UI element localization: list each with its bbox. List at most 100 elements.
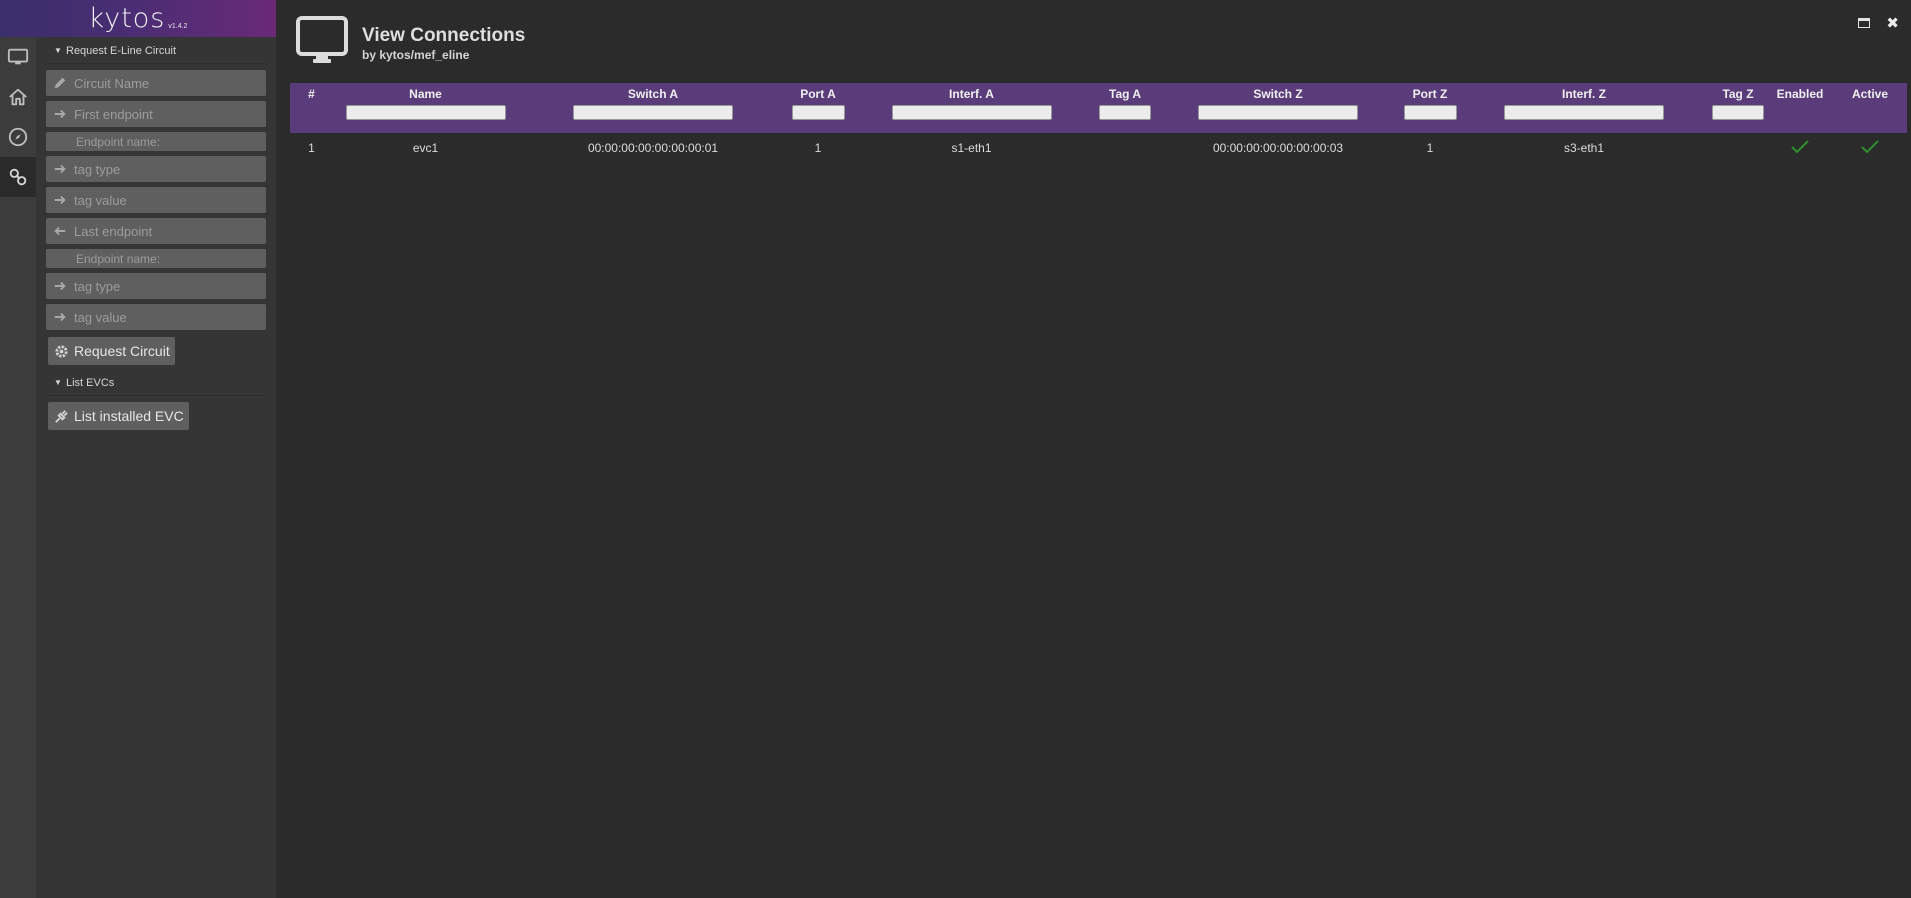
gear-icon bbox=[55, 344, 68, 358]
rail-compass[interactable] bbox=[0, 117, 36, 157]
close-button[interactable]: ✖ bbox=[1886, 14, 1899, 32]
compass-icon bbox=[8, 127, 28, 147]
last-endpoint-input[interactable]: Last endpoint bbox=[46, 218, 266, 244]
cell-num: 1 bbox=[308, 141, 315, 155]
endpoint-name-a-label: Endpoint name: bbox=[76, 134, 161, 149]
table-header-row: # Name Switch A Port A Interf. A Tag A S… bbox=[290, 83, 1907, 105]
col-header-port-z[interactable]: Port Z bbox=[1401, 83, 1459, 105]
col-header-switch-z[interactable]: Switch Z bbox=[1155, 83, 1401, 105]
maximize-button[interactable] bbox=[1858, 18, 1871, 28]
filter-switch-a-input[interactable] bbox=[573, 105, 733, 120]
col-header-enabled[interactable]: Enabled bbox=[1767, 83, 1833, 105]
check-icon bbox=[1861, 139, 1879, 153]
page-header: View Connections by kytos/mef_eline bbox=[296, 16, 525, 69]
arrow-right-icon bbox=[54, 281, 66, 291]
main-content: View Connections by kytos/mef_eline ✖ # … bbox=[276, 0, 1911, 898]
col-header-switch-a[interactable]: Switch A bbox=[518, 83, 788, 105]
tag-type-z-placeholder: tag type bbox=[74, 278, 121, 294]
table-filter-row bbox=[290, 105, 1907, 133]
list-installed-evc-button[interactable]: List installed EVC bbox=[48, 402, 189, 430]
evc-table: # Name Switch A Port A Interf. A Tag A S… bbox=[290, 83, 1907, 163]
close-icon: ✖ bbox=[1886, 15, 1899, 32]
brand-name: kytos bbox=[88, 3, 166, 34]
filter-switch-z-input[interactable] bbox=[1198, 105, 1358, 120]
icon-rail bbox=[0, 37, 36, 898]
cell-port-z: 1 bbox=[1426, 141, 1434, 155]
endpoint-name-z-label: Endpoint name: bbox=[76, 251, 161, 266]
table-row[interactable]: 1 evc1 00:00:00:00:00:00:00:01 1 s1-eth1… bbox=[290, 133, 1907, 163]
filter-port-z-input[interactable] bbox=[1403, 105, 1457, 120]
last-endpoint-placeholder: Last endpoint bbox=[74, 223, 153, 239]
tag-value-z-placeholder: tag value bbox=[74, 309, 127, 325]
section-divider bbox=[46, 63, 266, 64]
arrow-right-icon bbox=[54, 109, 66, 119]
cell-active bbox=[1833, 133, 1907, 163]
circuit-name-input[interactable]: Circuit Name bbox=[46, 70, 266, 96]
brand-logo: kytos v1.4.2 bbox=[0, 0, 276, 37]
col-header-interf-a[interactable]: Interf. A bbox=[848, 83, 1095, 105]
col-header-name[interactable]: Name bbox=[333, 83, 518, 105]
page-subtitle: by kytos/mef_eline bbox=[362, 48, 470, 62]
cell-switch-z: 00:00:00:00:00:00:00:03 bbox=[1212, 141, 1344, 155]
first-endpoint-input[interactable]: First endpoint bbox=[46, 101, 266, 127]
tag-value-a-placeholder: tag value bbox=[74, 192, 127, 208]
col-header-port-a[interactable]: Port A bbox=[788, 83, 848, 105]
monitor-icon bbox=[7, 48, 29, 65]
section-list-evcs[interactable]: ▼ List EVCs bbox=[36, 369, 276, 395]
circuit-name-placeholder: Circuit Name bbox=[74, 75, 150, 91]
rail-link[interactable] bbox=[0, 157, 36, 197]
rail-home[interactable] bbox=[0, 77, 36, 117]
col-header-num[interactable]: # bbox=[290, 83, 333, 105]
filter-tag-z-input[interactable] bbox=[1712, 105, 1764, 120]
cell-interf-a: s1-eth1 bbox=[951, 141, 992, 155]
cell-tag-a bbox=[1095, 133, 1155, 163]
maximize-icon bbox=[1858, 18, 1871, 28]
section-divider bbox=[46, 395, 266, 396]
col-header-interf-z[interactable]: Interf. Z bbox=[1459, 83, 1709, 105]
monitor-icon bbox=[296, 16, 348, 63]
col-header-active[interactable]: Active bbox=[1833, 83, 1907, 105]
arrow-right-icon bbox=[54, 164, 66, 174]
plug-icon bbox=[55, 409, 68, 423]
link-icon bbox=[9, 168, 27, 186]
filter-name-input[interactable] bbox=[345, 105, 506, 120]
tag-value-z-input[interactable]: tag value bbox=[46, 304, 266, 330]
request-circuit-button[interactable]: Request Circuit bbox=[48, 337, 175, 365]
tag-type-a-placeholder: tag type bbox=[74, 161, 121, 177]
first-endpoint-placeholder: First endpoint bbox=[74, 106, 153, 122]
section-list-evcs-title: List EVCs bbox=[66, 377, 115, 389]
endpoint-name-z-field[interactable]: Endpoint name: bbox=[46, 249, 266, 268]
tag-value-a-input[interactable]: tag value bbox=[46, 187, 266, 213]
request-circuit-label: Request Circuit bbox=[74, 343, 170, 359]
filter-interf-z-input[interactable] bbox=[1504, 105, 1664, 120]
cell-interf-z: s3-eth1 bbox=[1563, 141, 1605, 155]
side-panel: ▼ Request E-Line Circuit Circuit Name Fi… bbox=[36, 37, 276, 898]
window-controls: ✖ bbox=[1842, 14, 1899, 32]
col-header-tag-a[interactable]: Tag A bbox=[1095, 83, 1155, 105]
tag-type-a-input[interactable]: tag type bbox=[46, 156, 266, 182]
check-icon bbox=[1791, 139, 1809, 153]
arrow-right-icon bbox=[54, 312, 66, 322]
filter-tag-a-input[interactable] bbox=[1099, 105, 1151, 120]
pencil-icon bbox=[54, 77, 66, 89]
cell-enabled bbox=[1767, 133, 1833, 163]
rail-monitor[interactable] bbox=[0, 37, 36, 77]
list-installed-evc-label: List installed EVC bbox=[74, 408, 184, 424]
cell-switch-a: 00:00:00:00:00:00:00:01 bbox=[587, 141, 719, 155]
col-header-tag-z[interactable]: Tag Z bbox=[1709, 83, 1767, 105]
page-title: View Connections bbox=[362, 25, 526, 46]
section-request-eline[interactable]: ▼ Request E-Line Circuit bbox=[36, 37, 276, 63]
cell-port-a: 1 bbox=[814, 141, 822, 155]
caret-down-icon: ▼ bbox=[54, 378, 62, 387]
endpoint-name-a-field[interactable]: Endpoint name: bbox=[46, 132, 266, 151]
arrow-right-icon bbox=[54, 195, 66, 205]
arrow-left-icon bbox=[54, 226, 66, 236]
cell-tag-z bbox=[1709, 133, 1767, 163]
home-icon bbox=[9, 88, 27, 106]
cell-name: evc1 bbox=[412, 141, 439, 155]
tag-type-z-input[interactable]: tag type bbox=[46, 273, 266, 299]
section-request-eline-title: Request E-Line Circuit bbox=[66, 45, 177, 57]
caret-down-icon: ▼ bbox=[54, 46, 62, 55]
filter-interf-a-input[interactable] bbox=[891, 105, 1052, 120]
filter-port-a-input[interactable] bbox=[791, 105, 845, 120]
